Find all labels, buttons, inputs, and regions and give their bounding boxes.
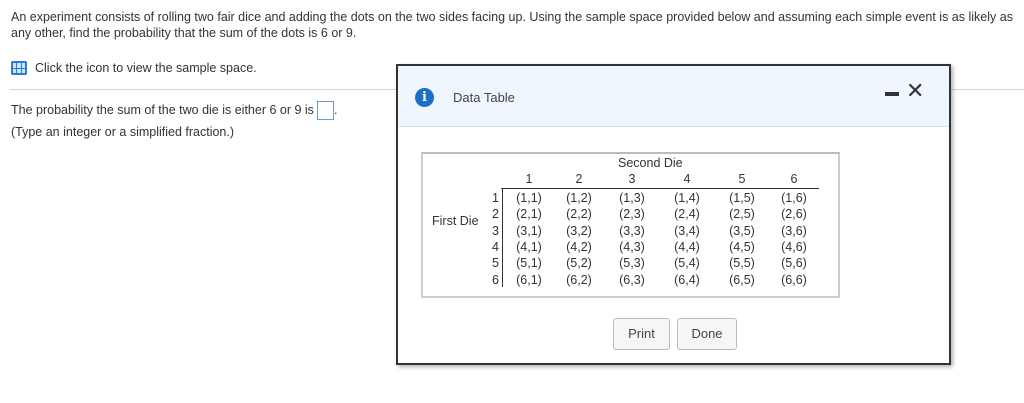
table-icon[interactable] (11, 61, 27, 75)
row-label: 1 (492, 191, 499, 205)
table-cell: (6,6) (781, 272, 807, 287)
table-cell: (2,5) (729, 207, 755, 222)
row-header: First Die (432, 214, 479, 228)
table-cell: (6,2) (566, 272, 592, 287)
table-cell: (6,4) (674, 272, 700, 287)
hint-text: Click the icon to view the sample space. (35, 61, 257, 75)
column-label: 3 (628, 172, 636, 186)
table-cell: (5,5) (729, 256, 755, 271)
close-icon[interactable]: ✕ (906, 78, 924, 104)
table-cell: (4,5) (729, 239, 755, 254)
table-cell: (3,1) (516, 223, 542, 238)
table-cell: (4,3) (619, 239, 645, 254)
table-cell: (3,5) (729, 223, 755, 238)
sample-space-table: Second Die First Die 1 2 3 4 5 6 1 (1,1) (1,2) (1… (421, 152, 840, 298)
column-header: Second Die (618, 156, 683, 170)
minimize-icon[interactable] (885, 92, 899, 96)
row-label: 5 (492, 256, 499, 271)
table-cell: (1,3) (619, 191, 645, 205)
table-cell: (2,6) (781, 207, 807, 222)
table-cell: (6,3) (619, 272, 645, 287)
dialog-title: Data Table (453, 90, 515, 105)
row-label: 3 (492, 223, 499, 238)
column-label: 5 (738, 172, 746, 186)
table-cell: (1,1) (516, 191, 542, 205)
table-cell: (4,6) (781, 239, 807, 254)
table-cell: (5,4) (674, 256, 700, 271)
table-cell: (2,3) (619, 207, 645, 222)
column-label: 1 (525, 172, 533, 186)
row-rule (502, 189, 503, 287)
table-cell: (3,3) (619, 223, 645, 238)
done-button[interactable]: Done (677, 318, 737, 350)
table-cell: (4,4) (674, 239, 700, 254)
table-cell: (6,5) (729, 272, 755, 287)
answer-input[interactable] (316, 101, 334, 121)
instructions-text: (Type an integer or a simplified fractio… (11, 125, 235, 139)
table-cell: (1,2) (566, 191, 592, 205)
column-label: 4 (683, 172, 691, 186)
print-button[interactable]: Print (613, 318, 670, 350)
column-label: 6 (790, 172, 798, 186)
answer-prompt: The probability the sum of the two die i… (11, 99, 337, 143)
row-label: 6 (492, 272, 499, 287)
info-icon: i (415, 88, 434, 107)
table-cell: (5,2) (566, 256, 592, 271)
data-table-dialog: i Data Table ✕ Second Die First Die 1234… (396, 64, 951, 365)
table-cell: (3,4) (674, 223, 700, 238)
prompt-text: The probability the sum of the two die i… (11, 103, 314, 117)
header-rule (501, 188, 819, 189)
sample-space-link[interactable]: Click the icon to view the sample space. (11, 61, 257, 75)
prompt-end: . (333, 103, 338, 117)
question-text: An experiment consists of rolling two fa… (11, 10, 1013, 40)
table-cell: (5,1) (516, 256, 542, 271)
column-label: 2 (575, 172, 583, 186)
table-cell: (5,3) (619, 256, 645, 271)
table-cell: (3,6) (781, 223, 807, 238)
table-cell: (2,1) (516, 207, 542, 222)
table-cell: (1,6) (781, 191, 807, 205)
table-cell: (3,2) (566, 223, 592, 238)
table-cell: (6,1) (516, 272, 542, 287)
table-cell: (2,4) (674, 207, 700, 222)
dialog-header: i Data Table ✕ (398, 66, 949, 127)
table-cell: (4,2) (566, 239, 592, 254)
table-cell: (1,4) (674, 191, 700, 205)
table-cell: (1,5) (729, 191, 755, 205)
table-cell: (4,1) (516, 239, 542, 254)
row-label: 4 (492, 239, 499, 254)
row-label: 2 (492, 207, 499, 222)
table-cell: (2,2) (566, 207, 592, 222)
table-cell: (5,6) (781, 256, 807, 271)
